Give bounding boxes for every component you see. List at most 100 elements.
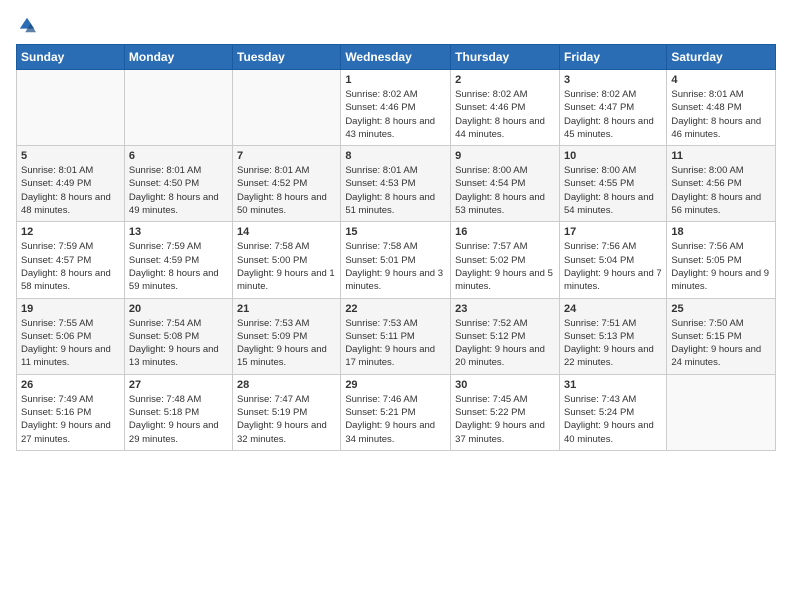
calendar-cell: 1 Sunrise: 8:02 AM Sunset: 4:46 PM Daylig… — [341, 70, 451, 146]
calendar-page: SundayMondayTuesdayWednesdayThursdayFrid… — [0, 0, 792, 461]
day-number: 22 — [345, 303, 446, 315]
calendar-cell: 13 Sunrise: 7:59 AM Sunset: 4:59 PM Dayli… — [124, 222, 232, 298]
day-number: 23 — [455, 303, 555, 315]
day-info: Sunrise: 8:01 AM Sunset: 4:50 PM Dayligh… — [129, 164, 228, 217]
header — [16, 16, 776, 34]
day-number: 6 — [129, 150, 228, 162]
calendar-cell — [124, 70, 232, 146]
day-info: Sunrise: 7:53 AM Sunset: 5:09 PM Dayligh… — [237, 317, 336, 370]
calendar-cell: 15 Sunrise: 7:58 AM Sunset: 5:01 PM Dayli… — [341, 222, 451, 298]
day-info: Sunrise: 7:58 AM Sunset: 5:00 PM Dayligh… — [237, 240, 336, 293]
calendar-cell: 3 Sunrise: 8:02 AM Sunset: 4:47 PM Daylig… — [559, 70, 666, 146]
day-number: 30 — [455, 379, 555, 391]
day-info: Sunrise: 7:59 AM Sunset: 4:57 PM Dayligh… — [21, 240, 120, 293]
day-info: Sunrise: 8:02 AM Sunset: 4:46 PM Dayligh… — [345, 88, 446, 141]
day-info: Sunrise: 8:00 AM Sunset: 4:55 PM Dayligh… — [564, 164, 662, 217]
calendar-cell: 14 Sunrise: 7:58 AM Sunset: 5:00 PM Dayli… — [233, 222, 341, 298]
day-number: 2 — [455, 74, 555, 86]
calendar-cell: 18Sunrise: 7:56 AM Sunset: 5:05 PM Dayli… — [667, 222, 776, 298]
logo — [16, 16, 36, 34]
weekday-header: Wednesday — [341, 45, 451, 70]
weekday-header: Friday — [559, 45, 666, 70]
day-info: Sunrise: 7:57 AM Sunset: 5:02 PM Dayligh… — [455, 240, 555, 293]
day-number: 24 — [564, 303, 662, 315]
weekday-header: Thursday — [451, 45, 560, 70]
day-number: 5 — [21, 150, 120, 162]
day-number: 27 — [129, 379, 228, 391]
day-info: Sunrise: 7:50 AM Sunset: 5:15 PM Dayligh… — [671, 317, 771, 370]
calendar-cell: 21 Sunrise: 7:53 AM Sunset: 5:09 PM Dayli… — [233, 298, 341, 374]
calendar-cell: 20Sunrise: 7:54 AM Sunset: 5:08 PM Dayli… — [124, 298, 232, 374]
day-info: Sunrise: 7:46 AM Sunset: 5:21 PM Dayligh… — [345, 393, 446, 446]
calendar-week-row: 1 Sunrise: 8:02 AM Sunset: 4:46 PM Daylig… — [17, 70, 776, 146]
day-number: 17 — [564, 226, 662, 238]
day-info: Sunrise: 7:55 AM Sunset: 5:06 PM Dayligh… — [21, 317, 120, 370]
day-number: 25 — [671, 303, 771, 315]
weekday-header-row: SundayMondayTuesdayWednesdayThursdayFrid… — [17, 45, 776, 70]
day-number: 9 — [455, 150, 555, 162]
calendar-week-row: 5 Sunrise: 8:01 AM Sunset: 4:49 PM Daylig… — [17, 146, 776, 222]
day-info: Sunrise: 7:45 AM Sunset: 5:22 PM Dayligh… — [455, 393, 555, 446]
calendar-cell: 7 Sunrise: 8:01 AM Sunset: 4:52 PM Daylig… — [233, 146, 341, 222]
day-number: 28 — [237, 379, 336, 391]
weekday-header: Monday — [124, 45, 232, 70]
calendar-cell: 24Sunrise: 7:51 AM Sunset: 5:13 PM Dayli… — [559, 298, 666, 374]
calendar-cell: 29Sunrise: 7:46 AM Sunset: 5:21 PM Dayli… — [341, 374, 451, 450]
day-info: Sunrise: 8:02 AM Sunset: 4:46 PM Dayligh… — [455, 88, 555, 141]
calendar-week-row: 19 Sunrise: 7:55 AM Sunset: 5:06 PM Dayli… — [17, 298, 776, 374]
day-info: Sunrise: 7:43 AM Sunset: 5:24 PM Dayligh… — [564, 393, 662, 446]
day-number: 26 — [21, 379, 120, 391]
day-info: Sunrise: 8:00 AM Sunset: 4:54 PM Dayligh… — [455, 164, 555, 217]
calendar-cell: 6 Sunrise: 8:01 AM Sunset: 4:50 PM Daylig… — [124, 146, 232, 222]
calendar-cell: 25 Sunrise: 7:50 AM Sunset: 5:15 PM Dayli… — [667, 298, 776, 374]
calendar-cell: 16 Sunrise: 7:57 AM Sunset: 5:02 PM Dayli… — [451, 222, 560, 298]
day-number: 16 — [455, 226, 555, 238]
weekday-header: Saturday — [667, 45, 776, 70]
calendar-cell — [17, 70, 125, 146]
day-info: Sunrise: 8:01 AM Sunset: 4:53 PM Dayligh… — [345, 164, 446, 217]
day-info: Sunrise: 7:49 AM Sunset: 5:16 PM Dayligh… — [21, 393, 120, 446]
day-number: 7 — [237, 150, 336, 162]
calendar-cell: 8 Sunrise: 8:01 AM Sunset: 4:53 PM Daylig… — [341, 146, 451, 222]
calendar-cell: 17 Sunrise: 7:56 AM Sunset: 5:04 PM Dayli… — [559, 222, 666, 298]
day-info: Sunrise: 8:01 AM Sunset: 4:52 PM Dayligh… — [237, 164, 336, 217]
calendar-cell: 30 Sunrise: 7:45 AM Sunset: 5:22 PM Dayli… — [451, 374, 560, 450]
calendar-cell: 9 Sunrise: 8:00 AM Sunset: 4:54 PM Daylig… — [451, 146, 560, 222]
day-number: 14 — [237, 226, 336, 238]
calendar-week-row: 12 Sunrise: 7:59 AM Sunset: 4:57 PM Dayli… — [17, 222, 776, 298]
day-number: 3 — [564, 74, 662, 86]
day-number: 8 — [345, 150, 446, 162]
day-number: 15 — [345, 226, 446, 238]
day-number: 12 — [21, 226, 120, 238]
day-info: Sunrise: 7:52 AM Sunset: 5:12 PM Dayligh… — [455, 317, 555, 370]
calendar-cell: 27 Sunrise: 7:48 AM Sunset: 5:18 PM Dayli… — [124, 374, 232, 450]
calendar-cell: 12 Sunrise: 7:59 AM Sunset: 4:57 PM Dayli… — [17, 222, 125, 298]
day-number: 19 — [21, 303, 120, 315]
weekday-header: Sunday — [17, 45, 125, 70]
calendar-cell: 28Sunrise: 7:47 AM Sunset: 5:19 PM Dayli… — [233, 374, 341, 450]
day-info: Sunrise: 7:53 AM Sunset: 5:11 PM Dayligh… — [345, 317, 446, 370]
calendar-cell: 2 Sunrise: 8:02 AM Sunset: 4:46 PM Daylig… — [451, 70, 560, 146]
calendar-cell: 22 Sunrise: 7:53 AM Sunset: 5:11 PM Dayli… — [341, 298, 451, 374]
calendar-cell: 4 Sunrise: 8:01 AM Sunset: 4:48 PM Daylig… — [667, 70, 776, 146]
day-number: 4 — [671, 74, 771, 86]
day-number: 31 — [564, 379, 662, 391]
day-info: Sunrise: 8:01 AM Sunset: 4:48 PM Dayligh… — [671, 88, 771, 141]
day-info: Sunrise: 7:48 AM Sunset: 5:18 PM Dayligh… — [129, 393, 228, 446]
day-info: Sunrise: 8:01 AM Sunset: 4:49 PM Dayligh… — [21, 164, 120, 217]
calendar-cell: 31 Sunrise: 7:43 AM Sunset: 5:24 PM Dayli… — [559, 374, 666, 450]
calendar-week-row: 26 Sunrise: 7:49 AM Sunset: 5:16 PM Dayli… — [17, 374, 776, 450]
calendar-table: SundayMondayTuesdayWednesdayThursdayFrid… — [16, 44, 776, 451]
day-number: 1 — [345, 74, 446, 86]
day-number: 21 — [237, 303, 336, 315]
day-number: 13 — [129, 226, 228, 238]
day-info: Sunrise: 7:58 AM Sunset: 5:01 PM Dayligh… — [345, 240, 446, 293]
logo-icon — [18, 16, 36, 34]
day-info: Sunrise: 7:56 AM Sunset: 5:04 PM Dayligh… — [564, 240, 662, 293]
day-info: Sunrise: 7:59 AM Sunset: 4:59 PM Dayligh… — [129, 240, 228, 293]
day-info: Sunrise: 8:02 AM Sunset: 4:47 PM Dayligh… — [564, 88, 662, 141]
calendar-cell: 19 Sunrise: 7:55 AM Sunset: 5:06 PM Dayli… — [17, 298, 125, 374]
day-number: 10 — [564, 150, 662, 162]
calendar-cell — [233, 70, 341, 146]
day-number: 18 — [671, 226, 771, 238]
